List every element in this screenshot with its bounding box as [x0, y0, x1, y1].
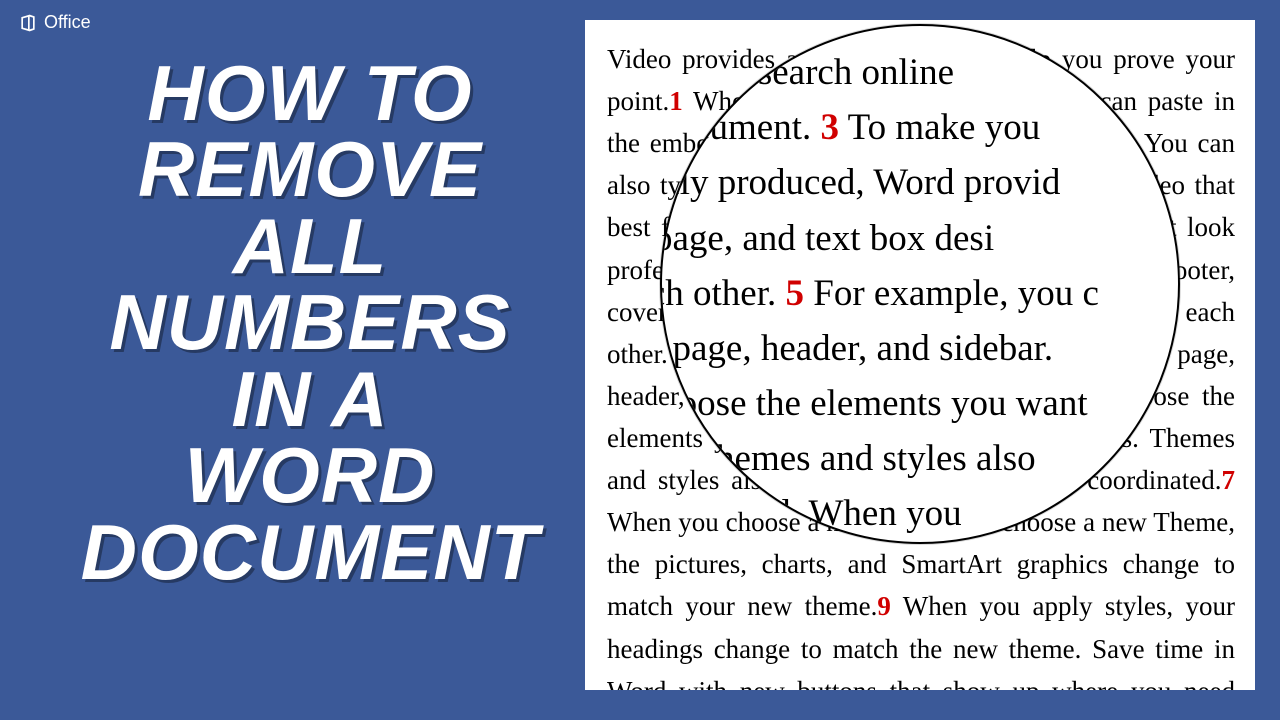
mag-number-5: 5 [786, 273, 805, 314]
title-line-1: HOW TO [50, 55, 570, 131]
title-line-3: ALL [50, 208, 570, 284]
main-title: HOW TO REMOVE ALL NUMBERS IN A WORD DOCU… [50, 55, 570, 590]
magnifier: me video 2 you yword to search online ur… [660, 24, 1180, 544]
title-line-6: WORD [50, 437, 570, 513]
title-line-2: REMOVE [50, 131, 570, 207]
mag-number-2: 2 [762, 24, 781, 38]
number-7: 7 [1222, 465, 1236, 495]
office-icon [18, 13, 38, 33]
office-logo: Office [18, 12, 91, 33]
number-9: 9 [877, 591, 891, 621]
magnifier-text: me video 2 you yword to search online ur… [660, 24, 1180, 544]
mag-number-3: 3 [820, 107, 839, 148]
title-line-5: IN A [50, 361, 570, 437]
title-line-4: NUMBERS [50, 284, 570, 360]
title-line-7: DOCUMENT [50, 514, 570, 590]
mag-number-7: 7 [666, 438, 685, 479]
office-logo-text: Office [44, 12, 91, 33]
